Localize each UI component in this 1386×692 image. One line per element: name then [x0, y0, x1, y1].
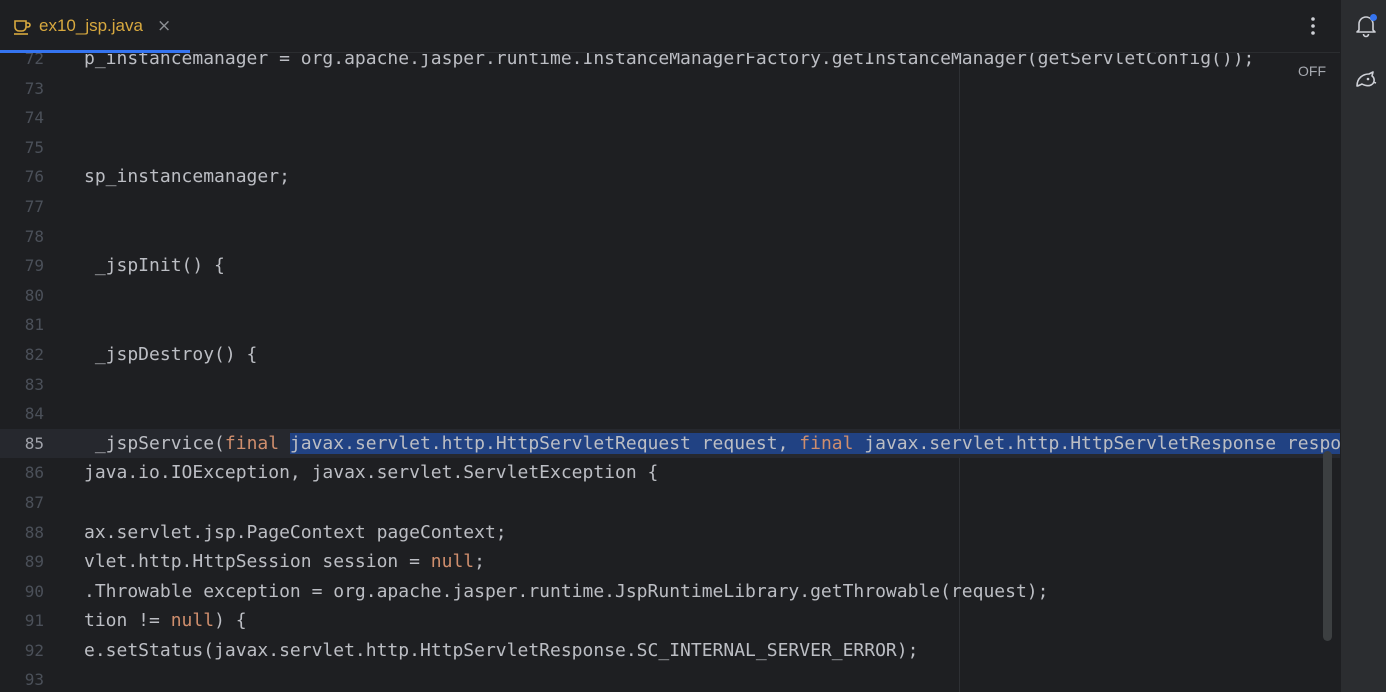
line-number[interactable]: 83: [0, 370, 44, 400]
right-tool-strip: [1340, 0, 1386, 692]
editor-tab-bar: ex10_jsp.java ×: [0, 0, 1340, 53]
code-line[interactable]: 91 tion != null) {: [0, 606, 1340, 636]
line-number[interactable]: 92: [0, 636, 44, 666]
code-line[interactable]: 78: [0, 222, 1340, 252]
vertical-ellipsis-icon[interactable]: [1302, 12, 1324, 40]
code-line[interactable]: 79 _jspInit() {: [0, 251, 1340, 281]
code-token: _jspService(: [84, 432, 225, 454]
line-number[interactable]: 77: [0, 192, 44, 222]
code-token: tion !=: [84, 610, 171, 632]
line-number[interactable]: 84: [0, 399, 44, 429]
ide-window: ex10_jsp.java × 72 p_instancemanager = or…: [0, 0, 1386, 692]
code-line[interactable]: 84: [0, 399, 1340, 429]
line-number[interactable]: 76: [0, 162, 44, 192]
line-number[interactable]: 90: [0, 577, 44, 607]
code-line[interactable]: 80: [0, 281, 1340, 311]
line-number[interactable]: 89: [0, 547, 44, 577]
coffee-cup-icon: [12, 16, 32, 36]
line-number[interactable]: 80: [0, 281, 44, 311]
code-token: javax.servlet.http.HttpServletResponse r…: [853, 432, 1340, 454]
code-text: _jspService(final javax.servlet.http.Htt…: [84, 429, 1340, 459]
code-line[interactable]: 90 .Throwable exception = org.apache.jasp…: [0, 577, 1340, 607]
code-line[interactable]: 73: [0, 74, 1340, 104]
code-text: _jspInit() {: [84, 255, 225, 277]
keyword-token: final: [224, 432, 280, 454]
keyword-token: null: [170, 610, 215, 632]
keyword-token: final: [799, 432, 854, 454]
code-line[interactable]: 87: [0, 488, 1340, 518]
inlay-hints-off-label[interactable]: OFF: [1298, 63, 1326, 79]
line-number[interactable]: 85: [0, 429, 44, 459]
code-token: javax.servlet.http.HttpServletRequest re…: [289, 432, 800, 454]
code-line[interactable]: 82 _jspDestroy() {: [0, 340, 1340, 370]
tab-close-button[interactable]: ×: [157, 16, 171, 36]
code-lines: 72 p_instancemanager = org.apache.jasper.…: [0, 53, 1340, 692]
code-line[interactable]: 83: [0, 370, 1340, 400]
code-line[interactable]: 89 vlet.http.HttpSession session = null;: [0, 547, 1340, 577]
code-line[interactable]: 77: [0, 192, 1340, 222]
line-number[interactable]: 78: [0, 222, 44, 252]
line-number[interactable]: 81: [0, 310, 44, 340]
tab-label: ex10_jsp.java: [39, 16, 143, 35]
line-number[interactable]: 82: [0, 340, 44, 370]
code-line[interactable]: 86 java.io.IOException, javax.servlet.Ser…: [0, 458, 1340, 488]
code-text: vlet.http.HttpSession session = null;: [84, 547, 485, 577]
line-number[interactable]: 86: [0, 458, 44, 488]
bell-icon[interactable]: [1353, 12, 1379, 38]
line-number[interactable]: 74: [0, 103, 44, 133]
code-line[interactable]: 76 sp_instancemanager;: [0, 162, 1340, 192]
code-line[interactable]: 72 p_instancemanager = org.apache.jasper.…: [0, 53, 1340, 74]
line-number[interactable]: 75: [0, 133, 44, 163]
code-text: .Throwable exception = org.apache.jasper…: [84, 580, 1049, 602]
code-text: ax.servlet.jsp.PageContext pageContext;: [84, 521, 507, 543]
code-line[interactable]: 81: [0, 310, 1340, 340]
line-number[interactable]: 88: [0, 518, 44, 548]
line-number[interactable]: 72: [0, 53, 44, 74]
ai-assistant-icon[interactable]: [1353, 66, 1379, 92]
line-number[interactable]: 87: [0, 488, 44, 518]
code-text: _jspDestroy() {: [84, 343, 258, 365]
vertical-scrollbar-thumb[interactable]: [1323, 451, 1332, 641]
line-number[interactable]: 73: [0, 74, 44, 104]
code-token: ;: [474, 551, 485, 573]
code-line[interactable]: 74: [0, 103, 1340, 133]
code-line[interactable]: 85 _jspService(final javax.servlet.http.…: [0, 428, 1340, 459]
code-text: java.io.IOException, javax.servlet.Servl…: [84, 462, 659, 484]
code-line[interactable]: 88 ax.servlet.jsp.PageContext pageContext…: [0, 518, 1340, 548]
code-editor[interactable]: 72 p_instancemanager = org.apache.jasper.…: [0, 53, 1340, 692]
code-line[interactable]: 93: [0, 665, 1340, 692]
code-text: e.setStatus(javax.servlet.http.HttpServl…: [84, 639, 919, 661]
code-text: sp_instancemanager;: [84, 166, 290, 188]
code-token: vlet.http.HttpSession session =: [84, 551, 431, 573]
line-number[interactable]: 79: [0, 251, 44, 281]
line-number[interactable]: 91: [0, 606, 44, 636]
code-line[interactable]: 92 e.setStatus(javax.servlet.http.HttpSer…: [0, 636, 1340, 666]
keyword-token: null: [430, 551, 475, 573]
tab-ex10-jsp-java[interactable]: ex10_jsp.java ×: [0, 0, 190, 53]
line-number[interactable]: 93: [0, 665, 44, 692]
code-text: tion != null) {: [84, 606, 247, 636]
code-token: ) {: [214, 610, 247, 632]
code-line[interactable]: 75: [0, 133, 1340, 163]
code-text: p_instancemanager = org.apache.jasper.ru…: [84, 53, 1255, 69]
